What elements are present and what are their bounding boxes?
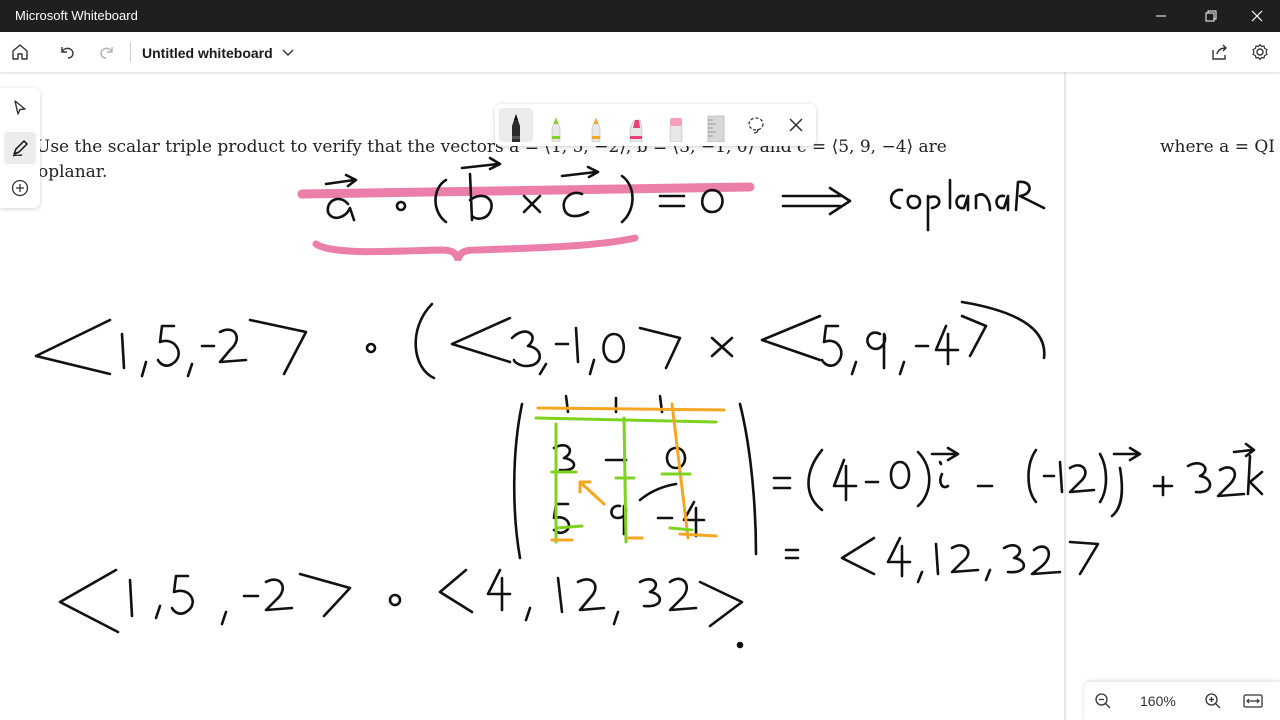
zoom-in-icon xyxy=(1205,693,1221,709)
minimize-icon xyxy=(1156,15,1166,17)
green-pen-tool[interactable] xyxy=(539,108,573,142)
gear-icon xyxy=(1252,43,1268,61)
highlight-stroke xyxy=(297,182,755,199)
zoom-out-button[interactable] xyxy=(1088,686,1118,716)
ink-vector-result xyxy=(784,536,1100,584)
ink-vector-expression xyxy=(34,300,1046,380)
ink-dot-product-line xyxy=(58,568,744,649)
ruler-tool[interactable] xyxy=(699,108,733,142)
inking-tool-button[interactable] xyxy=(4,132,36,164)
home-icon xyxy=(12,44,28,60)
appbar-separator xyxy=(130,42,131,62)
share-button[interactable] xyxy=(1204,36,1236,68)
cursor-icon xyxy=(14,100,26,115)
ruler-icon xyxy=(707,115,725,142)
home-button[interactable] xyxy=(4,36,36,68)
pink-highlighter-tool[interactable] xyxy=(619,108,653,142)
eraser-tool[interactable] xyxy=(659,108,693,142)
board-title[interactable]: Untitled whiteboard xyxy=(142,45,273,61)
whiteboard-canvas[interactable]: Use the scalar triple product to verify … xyxy=(0,72,1280,720)
app-bar: Untitled whiteboard xyxy=(0,32,1280,72)
redo-icon xyxy=(100,47,113,59)
select-tool-button[interactable] xyxy=(4,92,36,124)
settings-button[interactable] xyxy=(1244,36,1276,68)
highlighter-icon xyxy=(629,119,643,142)
chevron-down-icon xyxy=(282,49,294,56)
eraser-icon xyxy=(669,118,683,142)
pen-tray xyxy=(495,104,816,146)
lasso-select-tool[interactable] xyxy=(739,108,773,142)
add-circle-icon xyxy=(11,179,29,197)
close-pen-tray-button[interactable] xyxy=(779,108,813,142)
ink-cross-product-result xyxy=(772,442,1264,518)
restore-button[interactable] xyxy=(1188,0,1234,32)
left-toolbar xyxy=(0,88,40,208)
green-pen-icon xyxy=(551,117,561,142)
black-pen-tool[interactable] xyxy=(499,108,533,142)
zoom-control: 160% xyxy=(1084,682,1280,720)
zoom-level[interactable]: 160% xyxy=(1140,693,1176,709)
share-icon xyxy=(1212,44,1227,60)
brace-stroke xyxy=(312,234,639,262)
coplanar-word xyxy=(889,178,1046,232)
board-title-dropdown[interactable] xyxy=(280,44,296,60)
lasso-icon xyxy=(748,117,764,134)
restore-icon xyxy=(1205,10,1217,22)
redo-button[interactable] xyxy=(91,36,123,68)
window-title: Microsoft Whiteboard xyxy=(15,8,138,23)
close-icon xyxy=(789,118,803,132)
black-pen-icon xyxy=(512,114,520,142)
add-button[interactable] xyxy=(4,172,36,204)
close-icon xyxy=(1251,10,1263,22)
yellow-pen-icon xyxy=(591,117,601,142)
fit-to-screen-button[interactable] xyxy=(1238,686,1268,716)
fit-width-icon xyxy=(1243,694,1263,708)
undo-button[interactable] xyxy=(51,36,83,68)
ink-layer[interactable] xyxy=(0,72,1280,720)
minimize-button[interactable] xyxy=(1138,0,1184,32)
close-window-button[interactable] xyxy=(1234,0,1280,32)
zoom-in-button[interactable] xyxy=(1198,686,1228,716)
undo-icon xyxy=(61,47,74,59)
title-bar: Microsoft Whiteboard xyxy=(0,0,1280,32)
zoom-out-icon xyxy=(1095,693,1111,709)
pen-icon xyxy=(12,140,28,157)
yellow-pen-tool[interactable] xyxy=(579,108,613,142)
